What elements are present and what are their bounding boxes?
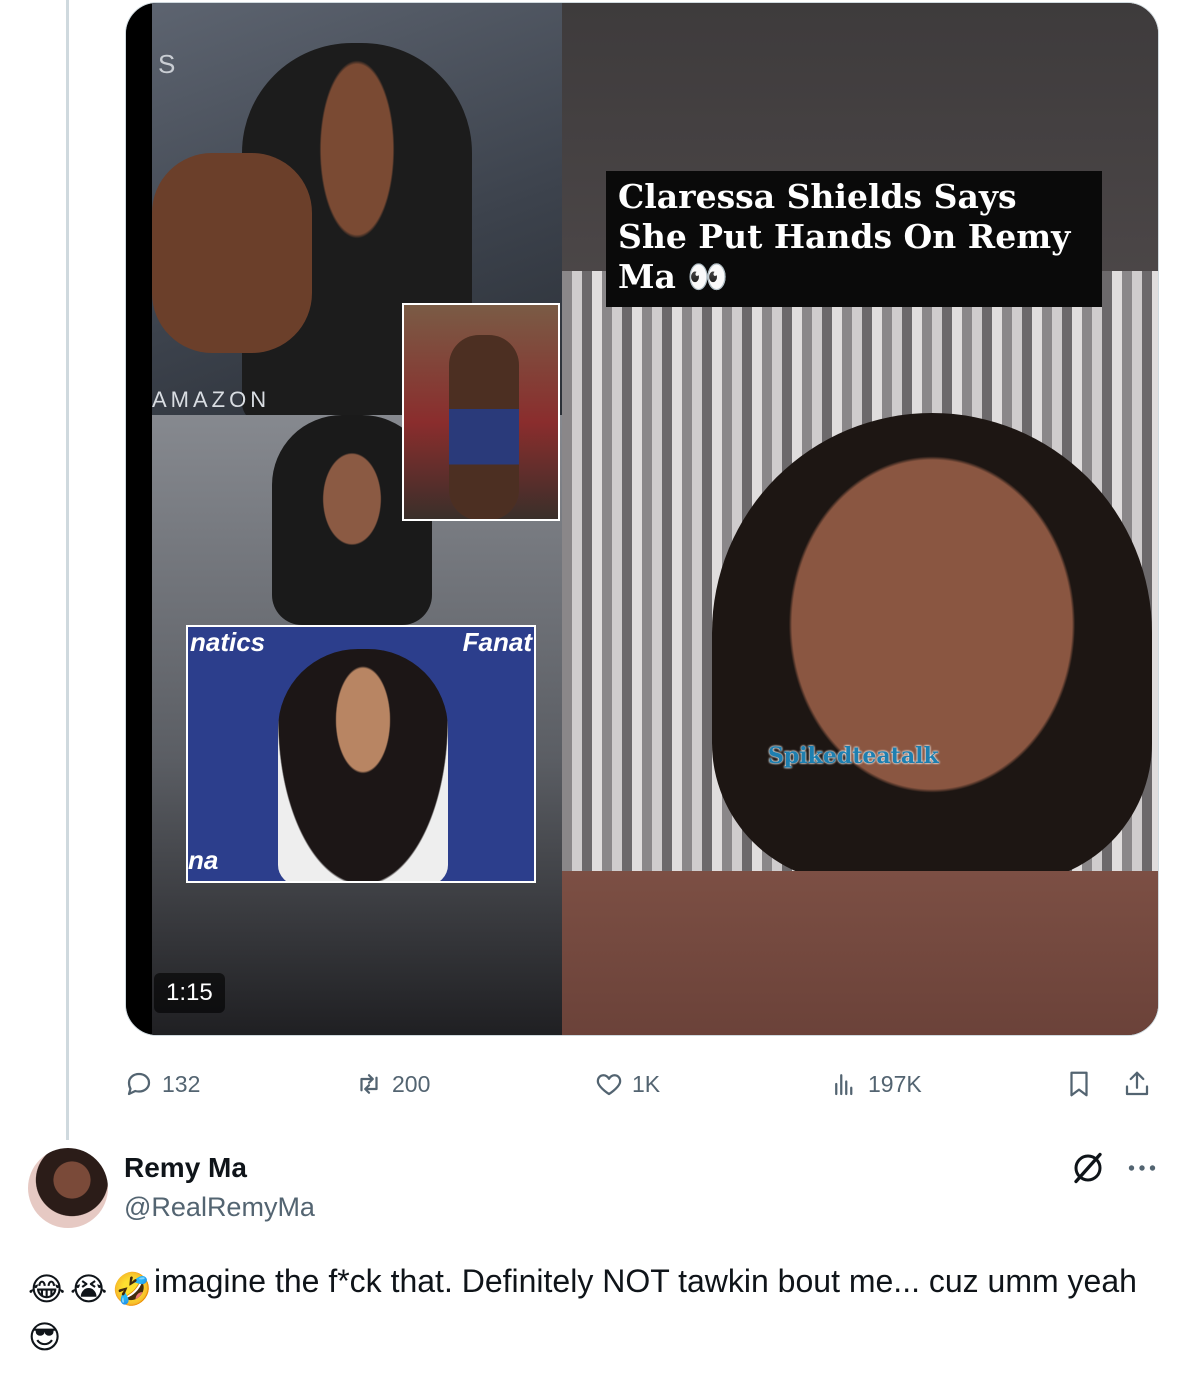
video-left-collage: S AMAZON natics Fanat na 1:15 <box>126 3 562 1035</box>
photo-backdrop-text: Fanat <box>462 627 532 657</box>
video-watermark: Spikedteatalk <box>768 743 939 769</box>
video-caption: Claressa Shields Says She Put Hands On R… <box>606 171 1102 307</box>
photo-backdrop-text: natics <box>190 627 266 657</box>
like-count: 1K <box>632 1070 661 1097</box>
reply-button[interactable]: 132 <box>124 1062 200 1106</box>
author-handle[interactable]: @RealRemyMa <box>124 1192 315 1223</box>
repost-icon <box>360 1074 378 1094</box>
frame-lower-band <box>562 871 1158 1035</box>
photo-person <box>449 335 519 519</box>
author-avatar[interactable] <box>28 1148 108 1228</box>
emoji-rofl: 🤣 <box>112 1271 152 1307</box>
photo-remy-ma-event: natics Fanat na <box>186 625 536 883</box>
photo-person <box>278 649 448 881</box>
repost-button[interactable]: 200 <box>354 1062 430 1106</box>
like-button[interactable]: 1K <box>594 1062 660 1106</box>
analytics-icon <box>835 1074 853 1096</box>
repost-count: 200 <box>392 1070 431 1097</box>
views-button[interactable]: 197K <box>830 1062 922 1106</box>
emoji-sunglasses: 😎 <box>28 1319 62 1355</box>
frame-woman-face <box>712 413 1152 883</box>
bookmark-button[interactable] <box>1064 1062 1094 1106</box>
emoji-joy: 😂 <box>28 1271 66 1307</box>
video-player[interactable]: S AMAZON natics Fanat na 1:15 Claressa S… <box>125 2 1159 1036</box>
photo-boxer-ring <box>402 303 560 521</box>
thread-line <box>66 0 69 1140</box>
photo-arm <box>152 153 312 353</box>
video-right-frame: Claressa Shields Says She Put Hands On R… <box>562 3 1158 1035</box>
author-name[interactable]: Remy Ma <box>124 1152 247 1184</box>
reply-icon <box>127 1072 151 1096</box>
video-duration-badge: 1:15 <box>154 973 225 1013</box>
photo-backdrop-text: S <box>158 49 176 79</box>
photo-backdrop-text: AMAZON <box>152 387 271 412</box>
reply-text: 😂 😭 🤣imagine the f*ck that. Definitely NOT… <box>28 1258 1168 1355</box>
photo-backdrop-text: na <box>188 845 219 875</box>
share-button[interactable] <box>1122 1062 1152 1106</box>
more-options-icon[interactable] <box>1124 1150 1160 1186</box>
bookmark-icon <box>1070 1071 1088 1097</box>
grok-icon[interactable] <box>1070 1150 1106 1186</box>
reply-count: 132 <box>162 1070 201 1097</box>
share-icon <box>1125 1071 1149 1096</box>
heart-icon <box>596 1074 622 1096</box>
emoji-sob: 😭 <box>70 1271 108 1307</box>
views-count: 197K <box>868 1070 922 1097</box>
tweet-action-bar: 132 200 1K 197K <box>124 1062 1160 1106</box>
reply-body: imagine the f*ck that. Definitely NOT ta… <box>154 1263 1137 1299</box>
